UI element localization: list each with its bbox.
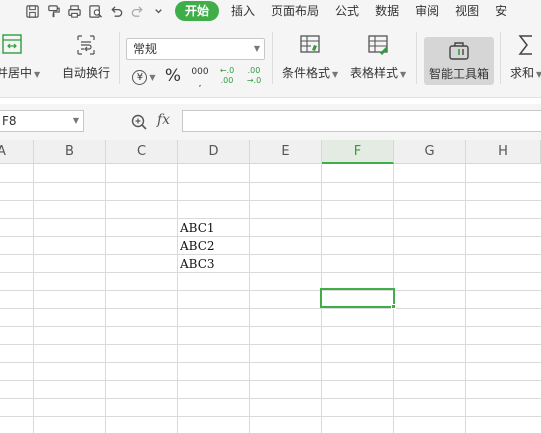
merge-center-icon bbox=[2, 34, 22, 54]
tab-insert[interactable]: 插入 bbox=[223, 0, 263, 22]
increase-decimal-button[interactable]: .00 →.0 bbox=[243, 66, 265, 86]
wrap-text-icon bbox=[77, 35, 95, 55]
row-gridline bbox=[0, 182, 541, 183]
row-gridline bbox=[0, 272, 541, 273]
name-box-value: F8 bbox=[2, 114, 17, 128]
column-header-a[interactable]: A bbox=[0, 140, 34, 164]
spreadsheet-grid[interactable]: A B C D E F G H ABC1 ABC2 ABC3 bbox=[0, 140, 541, 433]
formula-input[interactable] bbox=[182, 110, 541, 132]
cell-d5[interactable]: ABC2 bbox=[180, 237, 215, 255]
wrap-text-label: 自动换行 bbox=[62, 66, 111, 80]
sum-label: 求和 bbox=[510, 66, 535, 80]
table-style-label: 表格样式 bbox=[350, 66, 399, 80]
fx-icon[interactable]: fx bbox=[157, 112, 170, 128]
divider bbox=[500, 32, 501, 84]
name-box[interactable]: F8 ▼ bbox=[0, 110, 84, 132]
row-gridline bbox=[0, 326, 541, 327]
zoom-icon[interactable] bbox=[130, 113, 148, 131]
row-gridline bbox=[0, 236, 541, 237]
row-gridline bbox=[0, 416, 541, 417]
row-gridline bbox=[0, 380, 541, 381]
row-gridline bbox=[0, 344, 541, 345]
ribbon: 合并居中▼ 自动换行 常规 ▼ ¥▼ % 000, ←.0 .00 .00 →.… bbox=[0, 22, 541, 98]
format-painter-icon[interactable] bbox=[43, 0, 64, 22]
column-header-h[interactable]: H bbox=[466, 140, 541, 164]
conditional-format-icon bbox=[300, 35, 320, 53]
chevron-down-icon: ▼ bbox=[34, 70, 41, 79]
currency-icon: ¥ bbox=[132, 70, 148, 85]
tab-page-layout[interactable]: 页面布局 bbox=[263, 0, 327, 22]
tab-review[interactable]: 审阅 bbox=[407, 0, 447, 22]
divider bbox=[416, 32, 417, 84]
merge-center-button[interactable]: 合并居中▼ bbox=[0, 32, 40, 81]
chevron-down-icon: ▼ bbox=[332, 70, 339, 79]
column-gridline bbox=[105, 164, 106, 433]
tab-data[interactable]: 数据 bbox=[367, 0, 407, 22]
decrease-decimal-label: ←.0 .00 bbox=[219, 66, 235, 85]
decrease-decimal-button[interactable]: ←.0 .00 bbox=[216, 66, 238, 86]
chevron-down-icon: ▼ bbox=[72, 116, 79, 125]
currency-format-button[interactable]: ¥ ▼ bbox=[130, 66, 158, 86]
thousands-label: 000 bbox=[191, 67, 209, 77]
sigma-icon bbox=[518, 35, 533, 55]
table-style-icon bbox=[368, 35, 389, 55]
formula-bar: F8 ▼ fx bbox=[0, 104, 541, 140]
sum-button[interactable]: 求和 ▼ bbox=[510, 32, 541, 81]
smart-toolbox-label: 智能工具箱 bbox=[428, 67, 489, 81]
cell-d6[interactable]: ABC3 bbox=[180, 255, 215, 273]
divider bbox=[272, 32, 273, 84]
print-icon[interactable] bbox=[64, 0, 85, 22]
row-gridline bbox=[0, 398, 541, 399]
number-format-select[interactable]: 常规 ▼ bbox=[126, 38, 265, 60]
column-header-f[interactable]: F bbox=[322, 140, 394, 164]
fill-handle[interactable] bbox=[391, 304, 396, 309]
merge-center-label: 合并居中 bbox=[0, 66, 33, 80]
tab-home[interactable]: 开始 bbox=[175, 1, 220, 21]
redo-icon[interactable] bbox=[127, 0, 148, 22]
table-style-button[interactable]: 表格样式 ▼ bbox=[350, 32, 406, 81]
row-gridline bbox=[0, 218, 541, 219]
thousands-separator-button[interactable]: 000, bbox=[189, 66, 211, 89]
number-format-value: 常规 bbox=[133, 42, 158, 56]
cell-d4[interactable]: ABC1 bbox=[180, 219, 215, 237]
column-gridline bbox=[465, 164, 466, 433]
toolbox-icon bbox=[449, 42, 469, 60]
row-gridline bbox=[0, 254, 541, 255]
selected-cell-f8[interactable] bbox=[320, 288, 395, 308]
print-preview-icon[interactable] bbox=[85, 0, 106, 22]
column-gridline bbox=[177, 164, 178, 433]
column-header-e[interactable]: E bbox=[250, 140, 322, 164]
column-gridline bbox=[249, 164, 250, 433]
smart-toolbox-button[interactable]: 智能工具箱 bbox=[424, 37, 494, 85]
save-icon[interactable] bbox=[22, 0, 43, 22]
column-gridline bbox=[33, 164, 34, 433]
tab-view[interactable]: 视图 bbox=[447, 0, 487, 22]
more-icon[interactable] bbox=[148, 0, 169, 22]
conditional-format-label: 条件格式 bbox=[282, 66, 331, 80]
increase-decimal-label: .00 →.0 bbox=[246, 66, 262, 85]
conditional-format-button[interactable]: 条件格式 ▼ bbox=[282, 32, 338, 81]
chevron-down-icon: ▼ bbox=[536, 70, 541, 79]
row-gridline bbox=[0, 308, 541, 309]
column-header-g[interactable]: G bbox=[394, 140, 466, 164]
undo-icon[interactable] bbox=[106, 0, 127, 22]
wrap-text-button[interactable]: 自动换行 bbox=[62, 32, 110, 81]
row-gridline bbox=[0, 290, 541, 291]
column-header-c[interactable]: C bbox=[106, 140, 178, 164]
divider bbox=[119, 32, 120, 84]
tab-formulas[interactable]: 公式 bbox=[327, 0, 367, 22]
column-header-d[interactable]: D bbox=[178, 140, 250, 164]
chevron-down-icon: ▼ bbox=[400, 70, 407, 79]
chevron-down-icon: ▼ bbox=[149, 73, 156, 82]
tab-security[interactable]: 安 bbox=[487, 0, 515, 22]
percent-format-button[interactable]: % bbox=[163, 66, 183, 86]
row-gridline bbox=[0, 200, 541, 201]
menu-bar: 开始 插入 页面布局 公式 数据 审阅 视图 安 bbox=[0, 0, 541, 22]
chevron-down-icon: ▼ bbox=[253, 44, 260, 53]
column-header-b[interactable]: B bbox=[34, 140, 106, 164]
row-gridline bbox=[0, 362, 541, 363]
